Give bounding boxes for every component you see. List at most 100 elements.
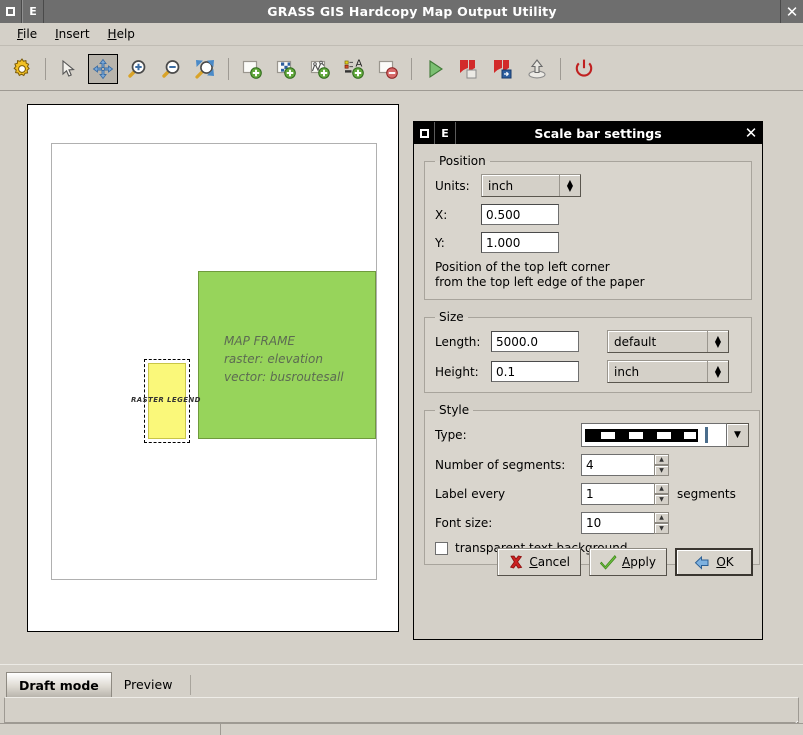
dialog-button-row: Cancel Apply OK: [414, 548, 762, 576]
length-input[interactable]: 5000.0: [491, 331, 579, 352]
zoom-to-extent-icon[interactable]: [190, 54, 220, 84]
menu-file[interactable]: File: [8, 25, 46, 43]
app-icon-letter: E: [29, 5, 37, 18]
chevron-down-icon[interactable]: ▼: [654, 494, 669, 505]
dialog-app-icon-letter: E: [441, 127, 449, 140]
style-group: Style Type:: [424, 403, 760, 565]
notebook-page: [4, 697, 799, 723]
map-frame-line-raster: raster: elevation: [224, 350, 344, 368]
chevron-down-icon[interactable]: ▼: [727, 423, 749, 447]
chevron-up-icon[interactable]: ▲: [654, 483, 669, 494]
font-size-label: Font size:: [435, 516, 581, 530]
y-row: Y: 1.000: [435, 232, 741, 253]
segments-spin-buttons[interactable]: ▲ ▼: [654, 454, 669, 476]
height-unit-value: inch: [614, 365, 707, 379]
height-input[interactable]: 0.1: [491, 361, 579, 382]
x-row: X: 0.500: [435, 204, 741, 225]
cancel-button[interactable]: Cancel: [497, 548, 581, 576]
chevron-up-icon[interactable]: ▲: [654, 512, 669, 523]
ok-button[interactable]: OK: [675, 548, 753, 576]
generate-ps-icon[interactable]: [420, 54, 450, 84]
segments-label: Number of segments:: [435, 458, 581, 472]
length-unit-value: default: [614, 335, 707, 349]
export-pdf-icon[interactable]: [488, 54, 518, 84]
chevron-down-icon[interactable]: ▼: [654, 523, 669, 534]
raster-legend-label: RASTER LEGEND: [131, 396, 201, 404]
dialog-titlebar: E Scale bar settings ✕: [414, 122, 762, 144]
label-every-row: Label every 1 ▲ ▼ segments: [435, 483, 749, 505]
y-input[interactable]: 1.000: [481, 232, 559, 253]
height-unit-select[interactable]: inch ▲ ▼: [607, 360, 729, 383]
size-group-legend: Size: [435, 310, 468, 324]
tab-preview-label: Preview: [124, 677, 173, 692]
blue-enter-arrow-icon: [694, 555, 711, 570]
add-legend-text-icon[interactable]: A: [339, 54, 369, 84]
length-unit-select[interactable]: default ▲ ▼: [607, 330, 729, 353]
map-frame-object[interactable]: MAP FRAME raster: elevation vector: busr…: [198, 271, 376, 439]
apply-button-label: Apply: [622, 555, 656, 569]
add-vector-icon[interactable]: [305, 54, 335, 84]
font-size-spinner[interactable]: 10 ▲ ▼: [581, 512, 669, 534]
close-icon[interactable]: ✕: [780, 0, 803, 23]
tab-divider: [190, 675, 191, 695]
window-menu-button[interactable]: [0, 0, 22, 23]
font-size-field[interactable]: 10: [581, 512, 654, 534]
map-frame-line-title: MAP FRAME: [224, 332, 344, 350]
menu-insert[interactable]: Insert: [46, 25, 98, 43]
units-value: inch: [488, 179, 559, 193]
chevron-down-icon: ▼: [715, 342, 721, 348]
load-file-icon[interactable]: [522, 54, 552, 84]
segments-spinner[interactable]: 4 ▲ ▼: [581, 454, 669, 476]
font-size-spin-buttons[interactable]: ▲ ▼: [654, 512, 669, 534]
label-every-value: 1: [586, 487, 594, 501]
x-input[interactable]: 0.500: [481, 204, 559, 225]
apply-button[interactable]: Apply: [589, 548, 667, 576]
units-select[interactable]: inch ▲ ▼: [481, 174, 581, 197]
label-every-spin-buttons[interactable]: ▲ ▼: [654, 483, 669, 505]
units-spin-arrows[interactable]: ▲ ▼: [559, 175, 580, 196]
zoom-in-icon[interactable]: [122, 54, 152, 84]
zoom-out-icon[interactable]: [156, 54, 186, 84]
dialog-title: Scale bar settings: [456, 122, 740, 144]
height-label: Height:: [435, 365, 491, 379]
position-hint-line1: Position of the top left corner: [435, 260, 741, 275]
y-label: Y:: [435, 236, 481, 250]
type-text-caret: [705, 427, 708, 443]
quit-power-icon[interactable]: [569, 54, 599, 84]
dialog-close-icon[interactable]: ✕: [740, 122, 762, 144]
restore-box-icon: [420, 129, 429, 138]
pan-move-icon[interactable]: [88, 54, 118, 84]
tab-preview[interactable]: Preview: [112, 672, 185, 697]
position-group-legend: Position: [435, 154, 490, 168]
label-every-field[interactable]: 1: [581, 483, 654, 505]
type-select[interactable]: ▼: [581, 423, 749, 447]
settings-gear-icon[interactable]: [7, 54, 37, 84]
x-label: X:: [435, 208, 481, 222]
height-unit-spin-arrows[interactable]: ▲ ▼: [707, 361, 728, 382]
dialog-window-menu-button[interactable]: [414, 122, 435, 144]
cancel-button-label: Cancel: [529, 555, 570, 569]
label-every-spinner[interactable]: 1 ▲ ▼: [581, 483, 669, 505]
export-ps-icon[interactable]: [454, 54, 484, 84]
segments-field[interactable]: 4: [581, 454, 654, 476]
segments-value: 4: [586, 458, 594, 472]
height-value: 0.1: [496, 365, 515, 379]
position-hint: Position of the top left corner from the…: [435, 260, 741, 290]
chevron-down-icon[interactable]: ▼: [654, 465, 669, 476]
paper-page[interactable]: MAP FRAME raster: elevation vector: busr…: [27, 104, 399, 632]
menu-help[interactable]: Help: [99, 25, 144, 43]
chevron-up-icon[interactable]: ▲: [654, 454, 669, 465]
toolbar: A: [0, 47, 803, 91]
ok-button-label: OK: [716, 555, 733, 569]
length-unit-spin-arrows[interactable]: ▲ ▼: [707, 331, 728, 352]
app-icon: E: [22, 0, 44, 23]
pointer-select-icon[interactable]: [54, 54, 84, 84]
segments-row: Number of segments: 4 ▲ ▼: [435, 454, 749, 476]
add-map-frame-icon[interactable]: [237, 54, 267, 84]
tab-draft-mode[interactable]: Draft mode: [6, 672, 112, 697]
toolbar-separator: [560, 58, 561, 80]
delete-object-icon[interactable]: [373, 54, 403, 84]
add-raster-icon[interactable]: [271, 54, 301, 84]
type-preview-field[interactable]: [581, 423, 727, 447]
length-label: Length:: [435, 335, 491, 349]
